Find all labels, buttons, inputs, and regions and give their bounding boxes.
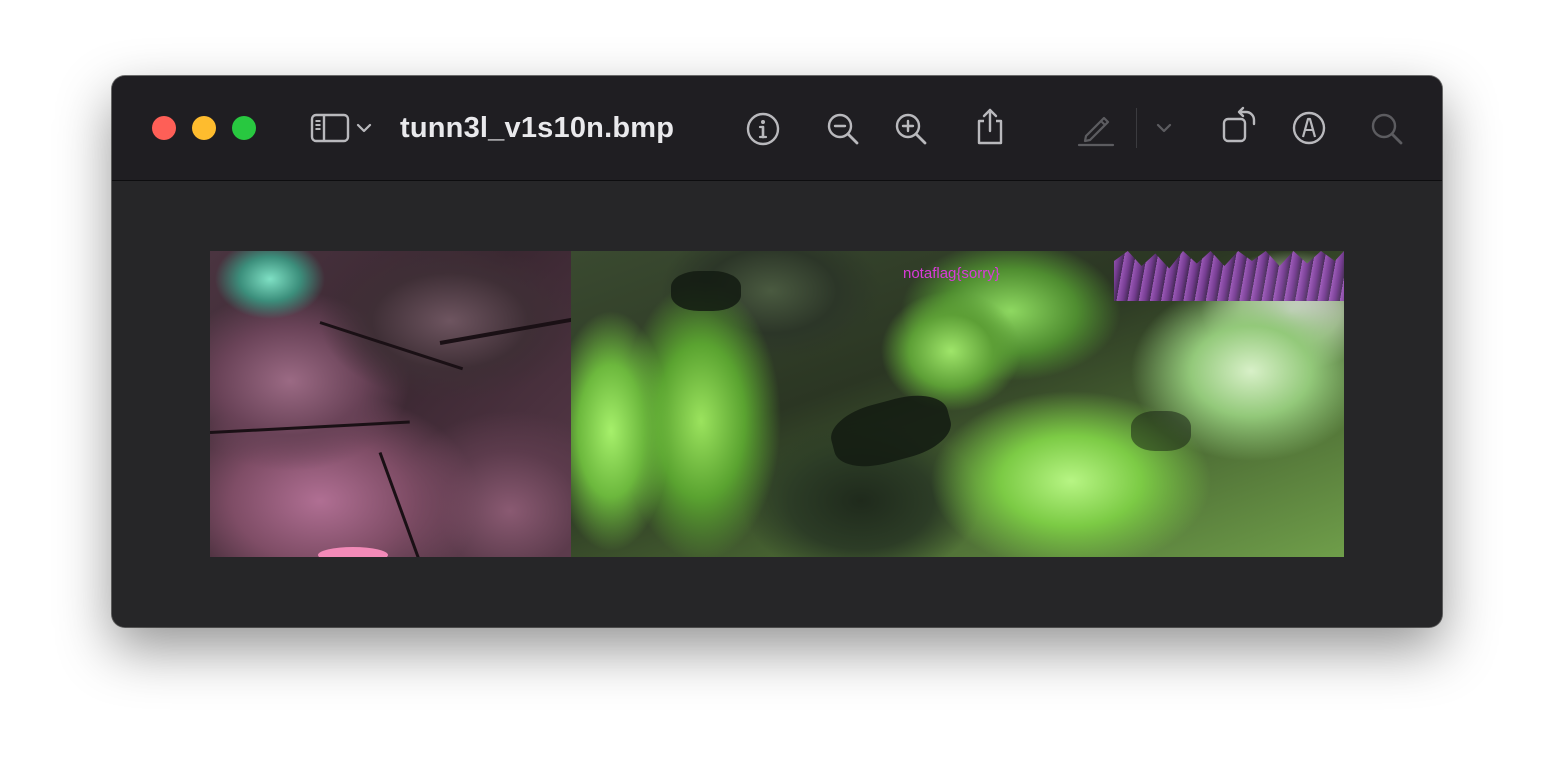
document-area: notaflag{sorry} <box>112 181 1442 627</box>
chevron-down-icon <box>356 122 372 134</box>
search-icon <box>1369 111 1405 147</box>
annotate-button[interactable] <box>1290 109 1328 147</box>
sidebar-icon <box>310 112 350 144</box>
trees-area <box>1114 251 1344 301</box>
image-left-section <box>210 251 579 557</box>
sidebar-toggle-button[interactable] <box>306 110 376 146</box>
toolbar-separator <box>1136 108 1137 148</box>
image-right-section: notaflag{sorry} <box>571 251 1344 557</box>
zoom-out-button[interactable] <box>824 110 862 148</box>
zoom-in-button[interactable] <box>892 110 930 148</box>
share-icon <box>972 107 1008 147</box>
minimize-button[interactable] <box>192 116 216 140</box>
pink-shape <box>318 547 388 557</box>
close-button[interactable] <box>152 116 176 140</box>
chevron-down-icon <box>1156 122 1172 134</box>
image-overlay-text: notaflag{sorry} <box>903 265 1000 282</box>
info-icon <box>745 111 781 147</box>
window-title: tunn3l_v1s10n.bmp <box>400 112 675 144</box>
info-button[interactable] <box>744 110 782 148</box>
zoom-in-icon <box>893 111 929 147</box>
maximize-button[interactable] <box>232 116 256 140</box>
markup-button[interactable] <box>1076 108 1116 148</box>
share-button[interactable] <box>970 106 1010 148</box>
rotate-button[interactable] <box>1220 106 1260 146</box>
preview-window: tunn3l_v1s10n.bmp notaflag{sorry} <box>112 76 1442 627</box>
title-bar: tunn3l_v1s10n.bmp <box>112 76 1442 181</box>
markup-options-button[interactable] <box>1154 120 1174 136</box>
markup-pen-icon <box>1077 109 1115 147</box>
zoom-out-icon <box>825 111 861 147</box>
search-button[interactable] <box>1368 110 1406 148</box>
rotate-icon <box>1220 106 1260 146</box>
annotate-icon <box>1291 110 1327 146</box>
bmp-image: notaflag{sorry} <box>210 251 1344 557</box>
